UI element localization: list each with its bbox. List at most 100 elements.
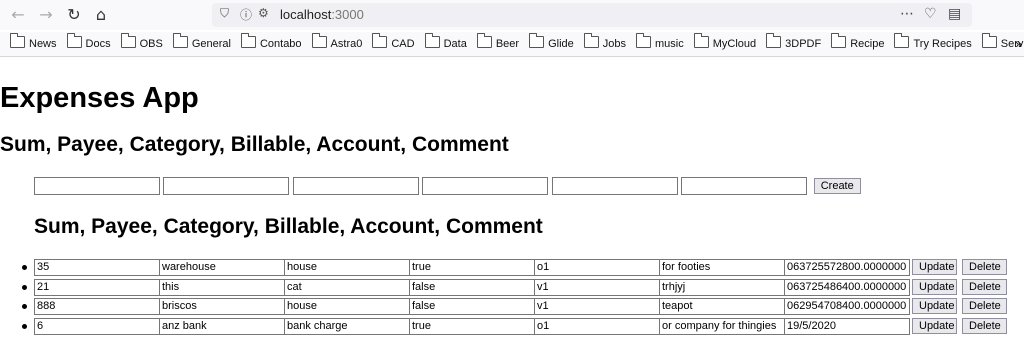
bookmark-label: Data — [443, 38, 467, 50]
home-icon[interactable]: ⌂ — [91, 5, 111, 25]
folder-icon — [894, 33, 910, 48]
date-field[interactable]: 062954708400.0000000 — [784, 298, 910, 315]
info-icon[interactable]: ⓘ — [240, 6, 252, 23]
bookmark-item[interactable]: Jobs — [583, 32, 626, 56]
billable-field[interactable]: false — [409, 298, 535, 315]
payee-field[interactable]: this — [159, 278, 285, 296]
folder-icon — [10, 33, 25, 48]
expense-row: 35 warehouse house true o1 for footies 0637255… — [22, 259, 1007, 279]
date-field[interactable]: 19/5/2020 — [784, 317, 910, 335]
folder-icon — [424, 33, 440, 48]
update-button[interactable]: Update — [912, 317, 957, 334]
sum-input[interactable] — [34, 177, 160, 195]
bookmark-label: Docs — [85, 38, 111, 50]
comment-field[interactable]: teapot — [659, 298, 785, 315]
date-field[interactable]: 063725572800.0000000 — [784, 259, 910, 276]
account-input[interactable] — [551, 177, 678, 195]
shield-icon[interactable]: ⛉ — [220, 6, 229, 21]
billable-field[interactable]: true — [409, 317, 535, 335]
delete-button[interactable]: Delete — [962, 278, 1007, 295]
bookmark-item[interactable]: Docs — [66, 32, 111, 56]
comment-field[interactable]: for footies — [659, 259, 785, 276]
update-button[interactable]: Update — [912, 278, 957, 295]
bookmark-item[interactable]: MyCloud — [693, 32, 757, 56]
url-text[interactable]: localhost:3000 — [280, 7, 364, 22]
bookmark-item[interactable]: CAD — [372, 32, 415, 56]
bookmark-label: Astra0 — [330, 38, 363, 50]
comment-input[interactable] — [681, 177, 808, 195]
delete-button[interactable]: Delete — [962, 259, 1007, 275]
billable-input[interactable] — [422, 177, 549, 195]
page-actions-icon[interactable]: ⋯ — [900, 6, 914, 22]
bookmark-item[interactable]: Beer — [476, 32, 519, 56]
folder-icon — [529, 33, 545, 48]
sum-field[interactable]: 35 — [34, 259, 160, 276]
account-field[interactable]: o1 — [534, 259, 660, 276]
bookmark-item[interactable]: Try Recipes — [894, 32, 972, 56]
date-field[interactable]: 063725486400.0000000 — [784, 278, 910, 296]
bookmark-item[interactable]: Astra0 — [311, 32, 363, 56]
sum-field[interactable]: 21 — [34, 278, 160, 296]
reader-view-icon[interactable]: ▤ — [948, 6, 961, 22]
sum-field[interactable]: 888 — [34, 298, 160, 315]
category-field[interactable]: house — [284, 259, 410, 276]
bookmark-label: 3DPDF — [785, 38, 822, 50]
billable-field[interactable]: true — [409, 259, 535, 276]
create-button[interactable]: Create — [813, 178, 861, 194]
update-button[interactable]: Update — [912, 298, 957, 314]
category-field[interactable]: house — [284, 298, 410, 315]
payee-field[interactable]: anz bank — [159, 317, 285, 335]
folder-icon — [66, 33, 82, 48]
expense-row: 21 this cat false v1 trhjyj 063725486400.00000… — [22, 278, 1007, 299]
bookmark-label: CAD — [391, 38, 415, 50]
comment-field[interactable]: or company for thingies — [659, 317, 785, 335]
permissions-icon[interactable]: ⚙ — [258, 6, 269, 20]
category-field[interactable]: cat — [284, 278, 410, 296]
delete-button[interactable]: Delete — [962, 317, 1007, 334]
bookmark-item[interactable]: News — [10, 32, 57, 56]
account-field[interactable]: v1 — [534, 278, 660, 296]
bookmark-item[interactable]: Data — [424, 32, 467, 56]
category-field[interactable]: bank charge — [284, 317, 410, 335]
bookmark-item[interactable]: OBS — [120, 32, 163, 56]
sum-field[interactable]: 6 — [34, 317, 160, 335]
bookmark-item[interactable]: music — [636, 32, 684, 56]
update-button[interactable]: Update — [912, 259, 957, 275]
reload-icon[interactable]: ↻ — [64, 5, 84, 25]
payee-field[interactable]: briscos — [159, 298, 285, 315]
folder-icon — [583, 33, 599, 48]
bookmark-item[interactable]: 3DPDF — [766, 32, 821, 56]
folder-icon — [766, 33, 782, 48]
folder-icon — [693, 33, 709, 48]
account-field[interactable]: o1 — [534, 317, 660, 335]
payee-field[interactable]: warehouse — [159, 259, 285, 276]
forward-icon[interactable]: → — [36, 5, 56, 25]
account-field[interactable]: v1 — [534, 298, 660, 315]
bookmark-item[interactable]: Glide — [529, 32, 574, 56]
browser-toolbar: ← → ↻ ⌂ ⛉ ⓘ ⚙ localhost:3000 ⋯ ♡ ▤ — [0, 0, 1024, 30]
bookmark-label: MyCloud — [712, 38, 757, 50]
create-form: Create — [34, 177, 861, 195]
bookmark-item[interactable]: Contabo — [240, 32, 302, 56]
category-input[interactable] — [292, 177, 419, 195]
folder-icon — [311, 33, 327, 48]
bookmark-label: News — [29, 38, 57, 50]
comment-field[interactable]: trhjyj — [659, 278, 785, 296]
bookmark-label: Contabo — [259, 38, 302, 50]
bookmarks-overflow-icon[interactable]: » — [1015, 32, 1022, 56]
page-title: Expenses App — [0, 82, 199, 114]
delete-button[interactable]: Delete — [962, 298, 1007, 314]
bookmark-label: music — [655, 38, 684, 50]
back-icon[interactable]: ← — [8, 5, 28, 25]
payee-input[interactable] — [163, 177, 290, 195]
bookmarks-bar: News Docs OBS General Contabo Astra0 CAD Data Be… — [0, 32, 1024, 57]
bookmark-item[interactable]: Recipe — [831, 32, 884, 56]
expense-list: 35 warehouse house true o1 for footies 0637255… — [22, 259, 1007, 337]
bookmark-item[interactable]: General — [172, 32, 231, 56]
folder-icon — [636, 33, 652, 48]
address-bar[interactable]: ⛉ ⓘ ⚙ localhost:3000 ⋯ ♡ ▤ — [212, 3, 972, 27]
billable-field[interactable]: false — [409, 278, 535, 296]
bookmark-label: Recipe — [850, 38, 885, 50]
pocket-icon[interactable]: ♡ — [924, 6, 937, 22]
folder-icon — [981, 33, 997, 48]
